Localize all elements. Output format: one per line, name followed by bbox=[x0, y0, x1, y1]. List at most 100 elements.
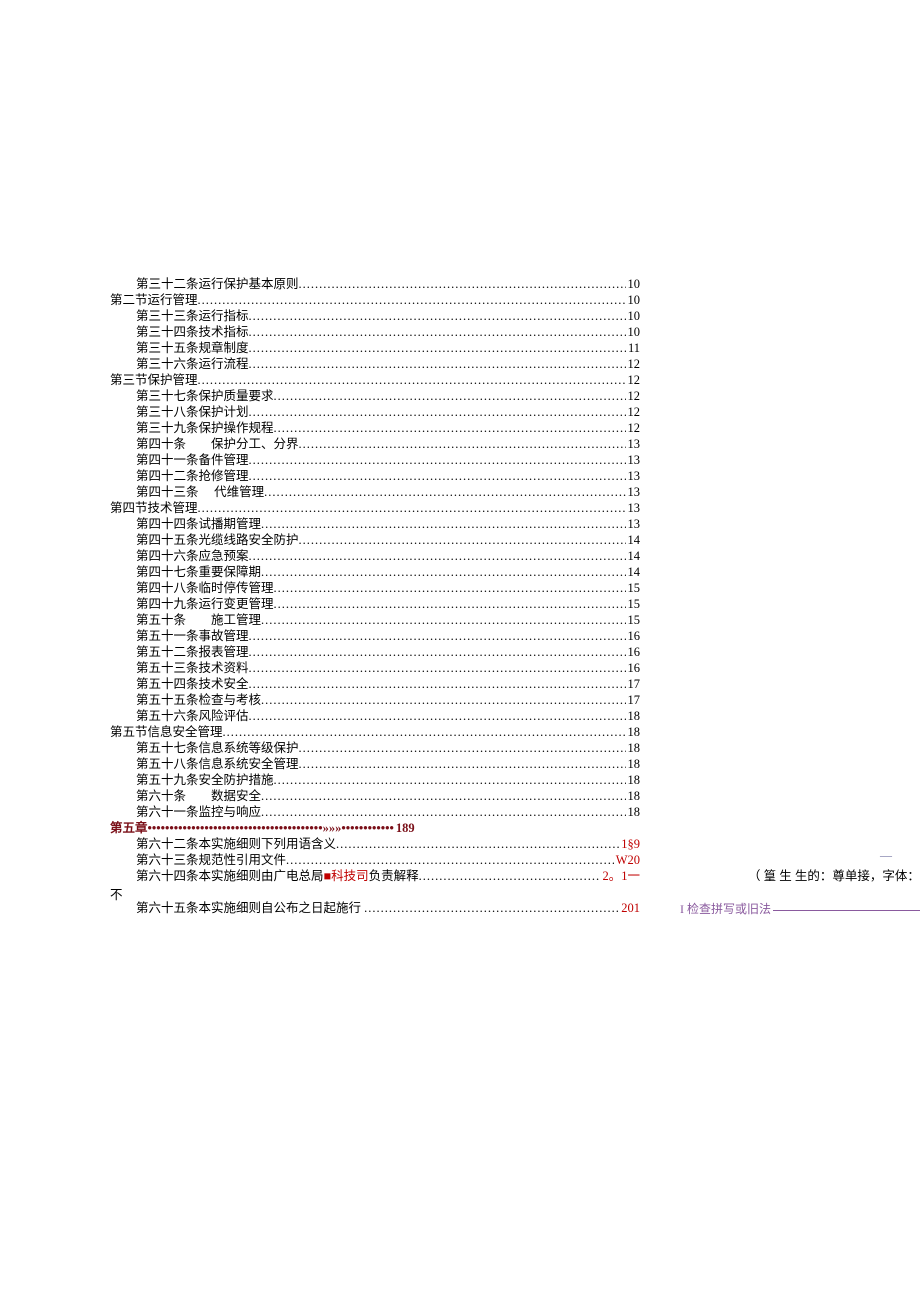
toc-row: 第三十二条运行保护基本原则10 bbox=[110, 276, 640, 292]
toc-page: 18 bbox=[626, 740, 641, 756]
revision-mark-icon: ■ bbox=[324, 869, 332, 883]
toc-continuation: 第六十五条本实施细则自公布之日起施行 201 bbox=[110, 900, 640, 916]
toc-row: 第三十三条运行指标10 bbox=[110, 308, 640, 324]
leader-dots bbox=[261, 564, 625, 580]
toc-row: 第二节运行管理10 bbox=[110, 292, 640, 308]
toc-label: 第四十条 保护分工、分界 bbox=[136, 436, 299, 452]
toc-label: 第六十二条本实施细则下列用语含义 bbox=[136, 836, 336, 852]
toc-page: 15 bbox=[626, 612, 641, 628]
leader-dots bbox=[299, 740, 626, 756]
toc-label: 第三十七条保护质量要求 bbox=[136, 388, 274, 404]
leader-dots bbox=[249, 676, 626, 692]
leader-dots bbox=[249, 308, 626, 324]
toc-label: 第四十八条临时停传管理 bbox=[136, 580, 274, 596]
leader-dots bbox=[198, 292, 626, 308]
toc-label: 第五十条 施工管理 bbox=[136, 612, 261, 628]
leader-dots bbox=[198, 372, 626, 388]
toc-page: 15 bbox=[626, 596, 641, 612]
toc-page: 12 bbox=[626, 388, 641, 404]
leader-dots bbox=[261, 516, 625, 532]
toc-label: 第五节信息安全管理 bbox=[110, 724, 223, 740]
toc-page: 10 bbox=[626, 324, 641, 340]
toc-label: 第三十五条规章制度 bbox=[136, 340, 249, 356]
toc-label: 第三节保护管理 bbox=[110, 372, 198, 388]
toc-label: 第六十条 数据安全 bbox=[136, 788, 261, 804]
toc-label: 第三十六条运行流程 bbox=[136, 356, 249, 372]
leader-dots bbox=[249, 452, 626, 468]
review-pane-spellcheck: I 检查拼写或旧法 bbox=[680, 900, 920, 917]
chapter-5-heading: 第五章 ••••••••••••••••••••••••••••••••••••… bbox=[110, 820, 640, 836]
toc-page: 1§9 bbox=[619, 836, 640, 852]
toc-row: 第五十五条检查与考核17 bbox=[110, 692, 640, 708]
toc-label: 第五十三条技术资料 bbox=[136, 660, 249, 676]
leader-dots bbox=[274, 772, 626, 788]
toc-row: 第六十二条本实施细则下列用语含义 1§9 bbox=[110, 836, 640, 852]
toc-label: 第四十五条光缆线路安全防护 bbox=[136, 532, 299, 548]
toc-label: 第六十三条规范性引用文件 bbox=[136, 852, 286, 868]
leader-dots bbox=[249, 628, 626, 644]
toc-row: 第五十九条安全防护措施18 bbox=[110, 772, 640, 788]
toc-label: 第五十八条信息系统安全管理 bbox=[136, 756, 299, 772]
toc-label: 第五十七条信息系统等级保护 bbox=[136, 740, 299, 756]
leader-dots bbox=[336, 836, 619, 852]
toc-row: 第三十八条保护计划 12 bbox=[110, 404, 640, 420]
toc-label: 第五十六条风险评估 bbox=[136, 708, 249, 724]
leader-dots bbox=[299, 276, 626, 292]
toc-page: 11 bbox=[626, 340, 640, 356]
toc-row: 第四节技术管理13 bbox=[110, 500, 640, 516]
toc-page: 2。1一 bbox=[600, 868, 640, 884]
document-page: 第三十二条运行保护基本原则10第二节运行管理10第三十三条运行指标10第三十四条… bbox=[0, 0, 920, 1301]
toc-label: 第六十四条本实施细则由广电总局■科技司负责解释 bbox=[136, 868, 419, 884]
toc-label: 第四十三条 代维管理 bbox=[136, 484, 264, 500]
leader-dots bbox=[364, 900, 619, 916]
leader-dots bbox=[223, 724, 626, 740]
toc-page: 18 bbox=[626, 708, 641, 724]
toc-row: 第四十一条备件管理13 bbox=[110, 452, 640, 468]
toc-page: W20 bbox=[614, 852, 640, 868]
table-of-contents: 第三十二条运行保护基本原则10第二节运行管理10第三十三条运行指标10第三十四条… bbox=[110, 276, 640, 884]
toc-page: 10 bbox=[626, 276, 641, 292]
toc-label: 第五十九条安全防护措施 bbox=[136, 772, 274, 788]
toc-row: 第三十六条运行流程12 bbox=[110, 356, 640, 372]
toc-label: 第三十三条运行指标 bbox=[136, 308, 249, 324]
toc-page: 18 bbox=[626, 724, 641, 740]
toc-label: 第五十二条报表管理 bbox=[136, 644, 249, 660]
toc-label: 第四十四条试播期管理 bbox=[136, 516, 261, 532]
leader-dots bbox=[274, 596, 626, 612]
toc-page: 14 bbox=[626, 564, 641, 580]
toc-row: 第四十七条重要保障期14 bbox=[110, 564, 640, 580]
toc-page: 14 bbox=[626, 532, 641, 548]
leader-dots bbox=[249, 356, 626, 372]
toc-label: 第二节运行管理 bbox=[110, 292, 198, 308]
toc-page: 12 bbox=[626, 404, 641, 420]
toc-row-65: 第六十五条本实施细则自公布之日起施行 201 bbox=[110, 900, 640, 916]
toc-row: 第四十条 保护分工、分界 13 bbox=[110, 436, 640, 452]
toc-page: 13 bbox=[626, 468, 641, 484]
toc-row: 第三十四条技术指标 10 bbox=[110, 324, 640, 340]
toc-label: 第四节技术管理 bbox=[110, 500, 198, 516]
stray-dash: — bbox=[880, 848, 892, 863]
toc-row: 第五十一条事故管理16 bbox=[110, 628, 640, 644]
toc-row: 第四十二条抢修管理13 bbox=[110, 468, 640, 484]
rule-line bbox=[773, 910, 920, 911]
leader-dots bbox=[274, 388, 626, 404]
toc-page: 201 bbox=[619, 900, 640, 916]
toc-page: 14 bbox=[626, 548, 641, 564]
toc-row: 第四十六条应急预案 14 bbox=[110, 548, 640, 564]
toc-page: 17 bbox=[626, 692, 641, 708]
toc-page: 13 bbox=[626, 436, 641, 452]
toc-page: 12 bbox=[626, 420, 641, 436]
toc-page: 18 bbox=[626, 756, 641, 772]
toc-label: 第四十六条应急预案 bbox=[136, 548, 249, 564]
toc-row: 第五节信息安全管理 18 bbox=[110, 724, 640, 740]
toc-label: 第三十四条技术指标 bbox=[136, 324, 249, 340]
toc-row: 第四十四条试播期管理13 bbox=[110, 516, 640, 532]
leader-dots bbox=[249, 708, 626, 724]
toc-row-64: 第六十四条本实施细则由广电总局■科技司负责解释 2。1一 （ 篁 生 生的：尊单… bbox=[110, 868, 640, 884]
toc-row: 第三十九条保护操作规程12 bbox=[110, 420, 640, 436]
toc-page: 16 bbox=[626, 644, 641, 660]
leader-dots bbox=[286, 852, 614, 868]
chapter-page: 189 bbox=[394, 820, 415, 836]
toc-page: 17 bbox=[626, 676, 641, 692]
toc-label: 第三十八条保护计划 bbox=[136, 404, 249, 420]
